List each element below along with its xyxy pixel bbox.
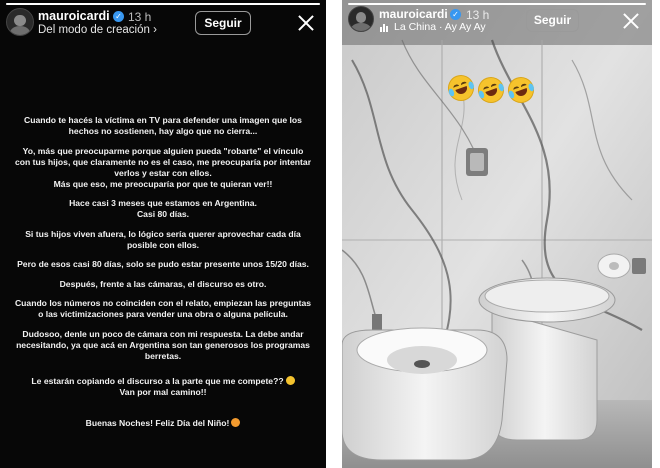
- verified-badge-icon: ✓: [113, 11, 124, 22]
- creation-mode-link[interactable]: Del modo de creación ›: [38, 24, 157, 36]
- paragraph-5: Casi 80 días.: [136, 209, 190, 219]
- story-progress-bar: [6, 3, 320, 5]
- music-label[interactable]: La China · Ay Ay Ay: [394, 21, 486, 33]
- grimacing-emoji-icon: [285, 375, 295, 385]
- avatar[interactable]: [6, 8, 34, 36]
- follow-button[interactable]: Seguir: [526, 9, 579, 32]
- username[interactable]: mauroicardi: [379, 7, 448, 21]
- paragraph-13: Buenas Noches! Feliz Día del Niño!: [85, 417, 230, 428]
- paragraph-12: Van por mal camino!!: [119, 386, 207, 397]
- bathroom-photo: [342, 0, 652, 468]
- story-progress-bar: [348, 3, 646, 5]
- music-bars-icon: [380, 24, 390, 32]
- paragraph-2: Yo, más que preocuparme porque alguien p…: [14, 145, 312, 178]
- story-progress-fill: [348, 3, 646, 5]
- paragraph-8: Después, frente a las cámaras, el discur…: [59, 278, 267, 289]
- story-text: Cuando te hacés la víctima en TV para de…: [14, 115, 312, 437]
- story-left: mauroicardi ✓ 13 h Del modo de creación …: [0, 0, 326, 468]
- paragraph-7: Pero de esos casi 80 días, solo se pudo …: [17, 259, 309, 269]
- close-icon[interactable]: [297, 14, 315, 32]
- story-right: mauroicardi ✓ 13 h La China · Ay Ay Ay S…: [342, 0, 652, 468]
- paragraph-10: Dudosoo, denle un poco de cámara con mi …: [16, 328, 310, 361]
- post-time: 13 h: [128, 10, 152, 24]
- post-time: 13 h: [466, 8, 490, 22]
- paragraph-6: Si tus hijos viven afuera, lo lógico ser…: [25, 228, 301, 250]
- heart-face-emoji-icon: [231, 417, 241, 427]
- avatar[interactable]: [348, 6, 374, 32]
- chevron-right-icon: ›: [153, 24, 157, 36]
- paragraph-9: Cuando los números no coinciden con el r…: [14, 298, 312, 319]
- story-progress-fill: [6, 3, 320, 5]
- paragraph-4: Hace casi 3 meses que estamos en Argenti…: [69, 198, 257, 208]
- paragraph-1: Cuando te hacés la víctima en TV para de…: [24, 115, 302, 136]
- username[interactable]: mauroicardi: [38, 9, 110, 23]
- follow-button[interactable]: Seguir: [195, 11, 251, 35]
- paragraph-3: Más que eso, me preocuparía por que te q…: [53, 178, 273, 189]
- verified-badge-icon: ✓: [450, 9, 461, 20]
- paragraph-11: Le estarán copiando el discurso a la par…: [31, 375, 284, 386]
- close-icon[interactable]: [622, 12, 640, 30]
- creation-mode-label: Del modo de creación: [38, 24, 150, 36]
